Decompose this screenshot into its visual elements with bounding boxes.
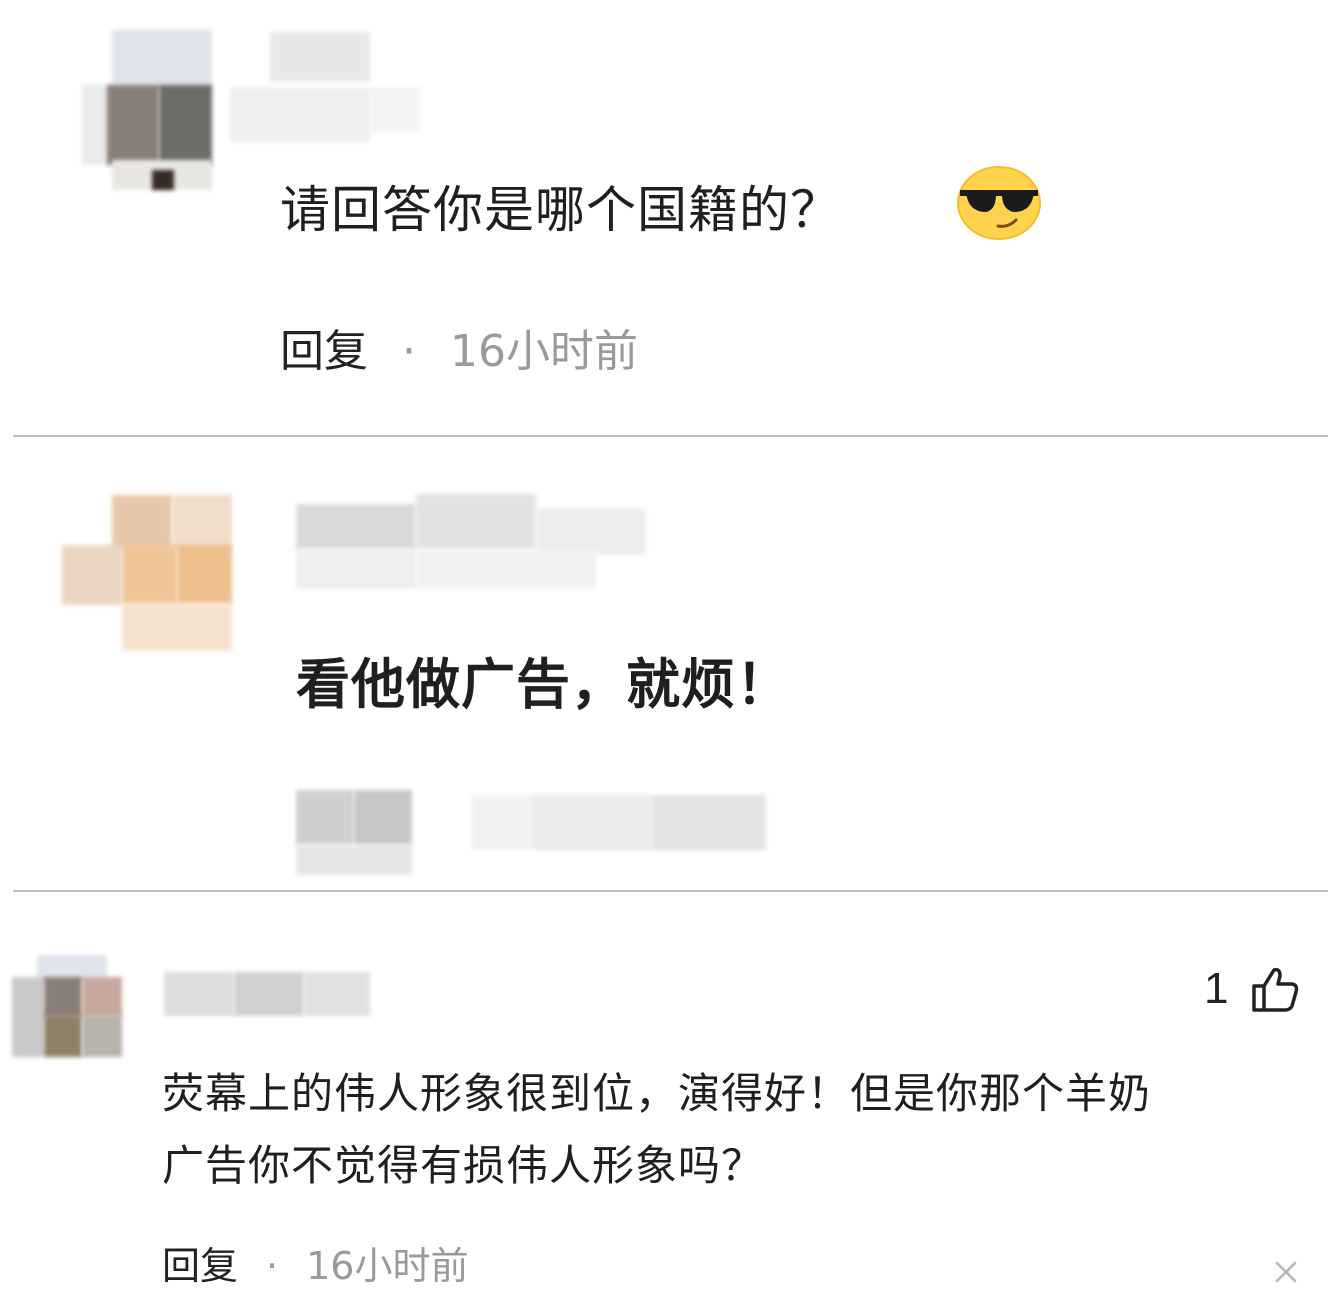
reply-button[interactable]: 回复 (162, 1240, 238, 1292)
comment-text: 请回答你是哪个国籍的？ (280, 181, 841, 239)
meta-separator: · (402, 326, 416, 377)
username[interactable] (164, 972, 374, 1020)
like-count: 1 (1204, 964, 1229, 1013)
comment-time: 16小时前 (450, 326, 638, 377)
avatar[interactable] (82, 30, 222, 190)
meta-separator: · (266, 1244, 279, 1288)
sunglasses-face-icon (957, 166, 1041, 240)
comment-meta (296, 790, 776, 880)
close-icon[interactable] (1274, 1260, 1298, 1284)
avatar[interactable] (12, 955, 124, 1060)
divider (13, 890, 1328, 892)
comment-text: 看他做广告，就烦！ (296, 653, 791, 716)
like-button[interactable]: 1 (1204, 964, 1300, 1014)
comment-time: 16小时前 (306, 1244, 469, 1288)
comment-meta: 回复 · 16小时前 (280, 322, 638, 382)
reply-button[interactable]: 回复 (280, 322, 368, 382)
username[interactable] (296, 494, 656, 594)
username[interactable] (230, 32, 430, 142)
thumbs-up-icon (1252, 967, 1299, 1012)
comment-meta: 回复 · 16小时前 (162, 1240, 468, 1292)
comment-text: 荧幕上的伟人形象很到位，演得好！但是你那个羊奶 广告你不觉得有损伟人形象吗？ (162, 1069, 1152, 1190)
divider (13, 435, 1328, 437)
avatar[interactable] (62, 495, 238, 655)
